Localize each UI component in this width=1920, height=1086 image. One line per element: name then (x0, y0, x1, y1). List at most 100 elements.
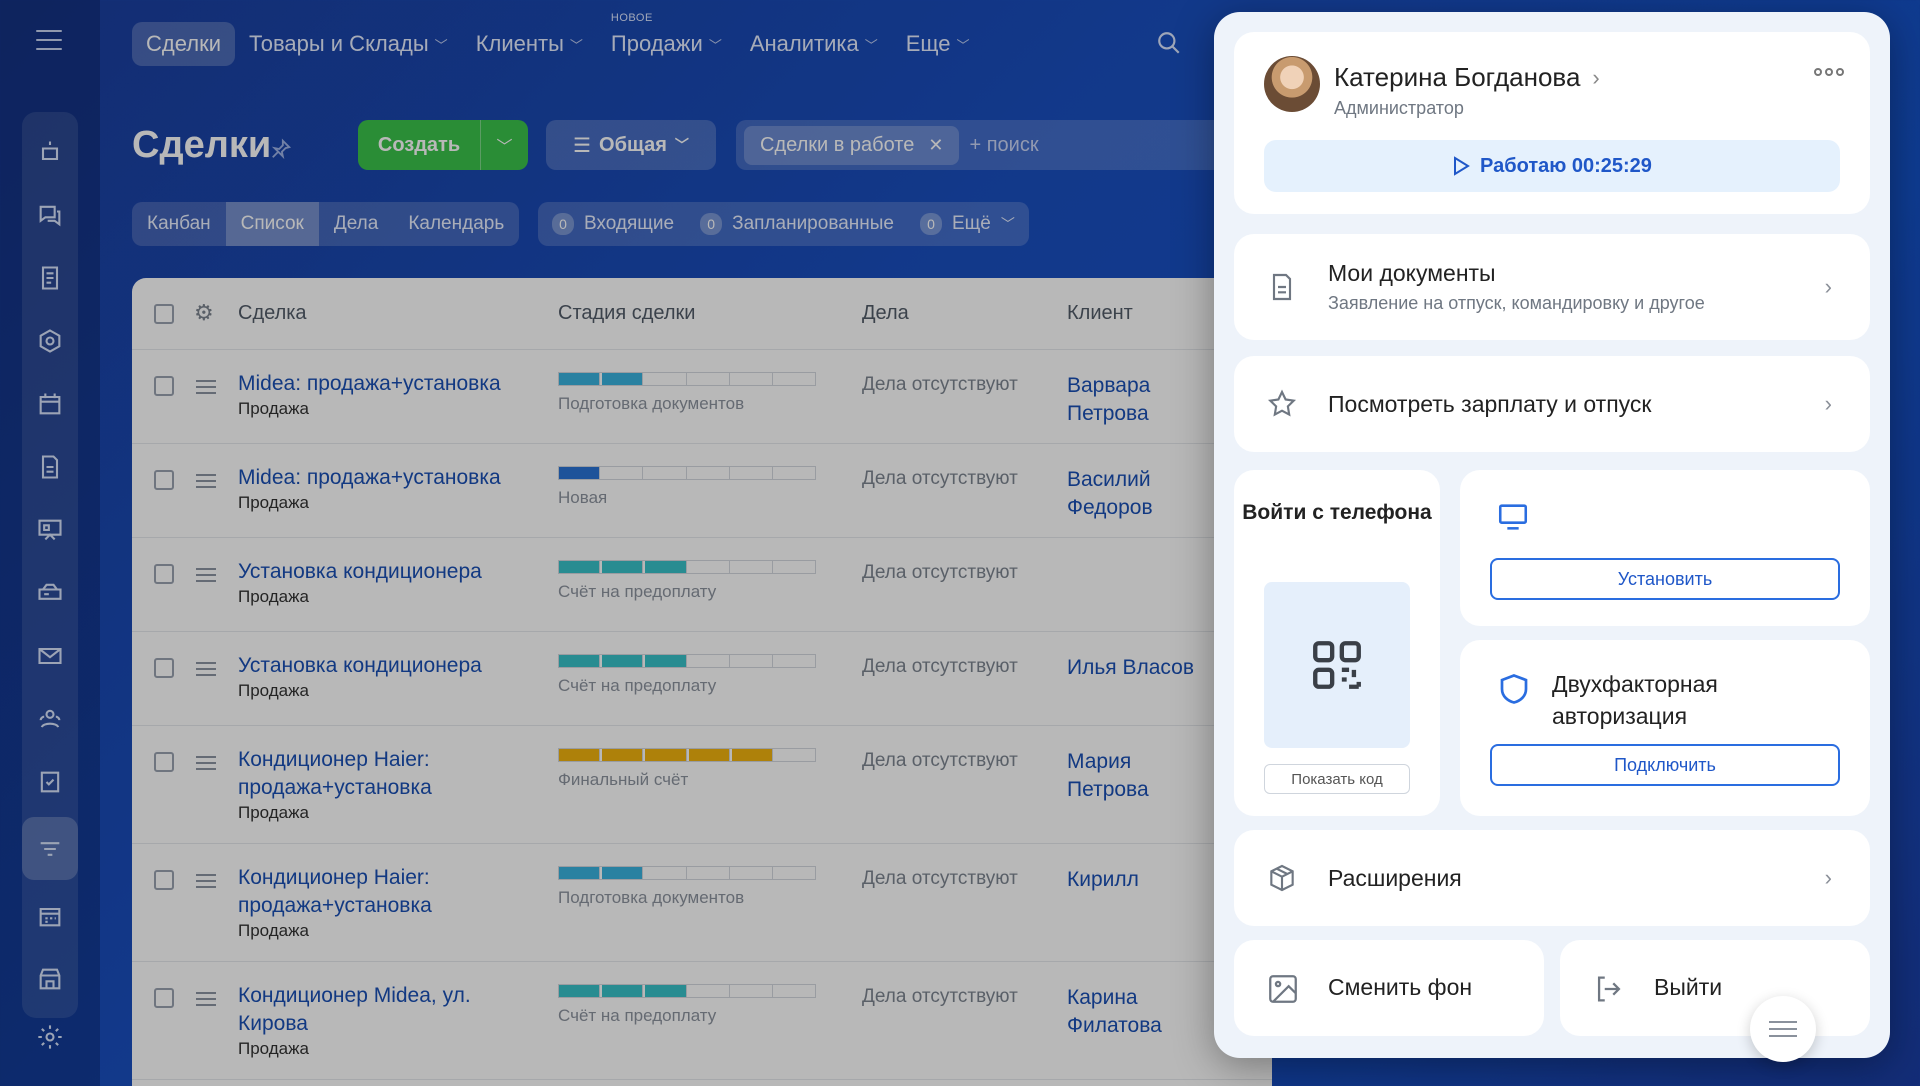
mail-icon[interactable] (22, 624, 78, 687)
nav-deals[interactable]: Сделки (132, 22, 235, 66)
deal-title-link[interactable]: Установка кондиционера Продажа (238, 558, 538, 608)
connect-button[interactable]: Подключить (1490, 744, 1840, 786)
close-icon[interactable]: ✕ (928, 135, 943, 156)
column-activities[interactable]: Дела (862, 302, 909, 325)
drive-icon[interactable] (22, 561, 78, 624)
column-client[interactable]: Клиент (1067, 302, 1133, 325)
stage-progress[interactable]: Счёт на предоплату (558, 560, 816, 602)
gear-icon[interactable]: ⚙ (194, 300, 214, 326)
stage-progress[interactable]: Счёт на предоплату (558, 984, 816, 1026)
change-background-button[interactable]: Сменить фон (1234, 940, 1544, 1036)
deal-title-link[interactable]: Установка кондиционера Продажа (238, 652, 538, 702)
client-link[interactable]: Илья Власов (1067, 654, 1217, 682)
store-icon[interactable] (22, 947, 78, 1010)
row-checkbox[interactable] (154, 564, 174, 584)
client-link[interactable]: Карина Филатова (1067, 984, 1217, 1040)
table-row[interactable]: Кондиционер Midea, ул. Кирова Продажа Сч… (132, 962, 1272, 1080)
row-checkbox[interactable] (154, 988, 174, 1008)
drag-handle-icon[interactable] (196, 874, 216, 888)
my-documents-card[interactable]: Мои документы Заявление на отпуск, коман… (1234, 234, 1870, 340)
hexagon-icon[interactable] (22, 309, 78, 372)
column-deal[interactable]: Сделка (238, 302, 307, 325)
select-all-checkbox[interactable] (154, 304, 174, 324)
row-checkbox[interactable] (154, 870, 174, 890)
settings-icon[interactable] (22, 1006, 78, 1068)
client-link[interactable]: Варвара Петрова (1067, 372, 1217, 428)
search-input[interactable] (969, 133, 1235, 157)
table-row[interactable]: Midea: продажа+установка Продажа Новая Д… (132, 444, 1272, 538)
nav-analytics[interactable]: Аналитика ﹀ (736, 22, 892, 66)
deal-title-link[interactable]: Кондиционер Haier: продажа+установка Про… (238, 864, 538, 942)
stage-bar[interactable] (558, 466, 816, 480)
file-icon[interactable] (22, 435, 78, 498)
list-icon[interactable] (1750, 996, 1816, 1062)
work-timer-button[interactable]: Работаю 00:25:29 (1264, 140, 1840, 192)
row-checkbox[interactable] (154, 376, 174, 396)
board-icon[interactable] (22, 498, 78, 561)
stage-progress[interactable]: Новая (558, 466, 816, 508)
create-button[interactable]: Создать ﹀ (358, 120, 528, 170)
deal-title-link[interactable]: Midea: продажа+установка Продажа (238, 370, 538, 420)
nav-products[interactable]: Товары и Склады ﹀ (235, 22, 462, 66)
nav-clients[interactable]: Клиенты ﹀ (462, 22, 597, 66)
menu-icon[interactable] (36, 30, 62, 50)
show-code-button[interactable]: Показать код (1264, 764, 1410, 794)
chevron-down-icon[interactable]: ﹀ (480, 120, 528, 170)
schedule-icon[interactable] (22, 884, 78, 947)
table-row[interactable]: Установка кондиционера Продажа Счёт на п… (132, 632, 1272, 726)
drag-handle-icon[interactable] (196, 992, 216, 1006)
client-link[interactable]: Мария Петрова (1067, 748, 1217, 804)
user-name[interactable]: Катерина Богданова › (1334, 62, 1600, 93)
nav-sales[interactable]: НОВОЕ Продажи ﹀ (597, 12, 736, 66)
stage-bar[interactable] (558, 748, 816, 762)
table-row[interactable]: Кондиционер Haier: продажа+установка Про… (132, 726, 1272, 844)
drag-handle-icon[interactable] (196, 474, 216, 488)
document-icon[interactable] (22, 246, 78, 309)
tab-kanban[interactable]: Канбан (132, 202, 226, 246)
stage-progress[interactable]: Подготовка документов (558, 866, 816, 908)
tasks-icon[interactable] (22, 750, 78, 813)
tab-calendar[interactable]: Календарь (393, 202, 519, 246)
search-bar[interactable]: Сделки в работе ✕ (736, 120, 1236, 170)
more-icon[interactable] (1814, 68, 1844, 76)
install-button[interactable]: Установить (1490, 558, 1840, 600)
stage-bar[interactable] (558, 984, 816, 998)
chat-icon[interactable] (22, 183, 78, 246)
pin-icon[interactable] (270, 138, 292, 160)
counter-planned[interactable]: 0 Запланированные (700, 213, 894, 235)
deal-title-link[interactable]: Midea: продажа+установка Продажа (238, 464, 538, 514)
stage-progress[interactable]: Счёт на предоплату (558, 654, 816, 696)
avatar[interactable] (1264, 56, 1320, 112)
table-row[interactable]: Установка кондиционера Продажа Счёт на п… (132, 538, 1272, 632)
robot-icon[interactable] (22, 120, 78, 183)
table-row[interactable]: Кондиционер Haier: продажа+установка Про… (132, 844, 1272, 962)
drag-handle-icon[interactable] (196, 568, 216, 582)
table-row[interactable]: Midea: продажа+установка Продажа Подгото… (132, 350, 1272, 444)
nav-more[interactable]: Еще ﹀ (892, 22, 984, 66)
search-icon[interactable] (1156, 30, 1182, 56)
logout-button[interactable]: Выйти (1560, 940, 1870, 1036)
stage-progress[interactable]: Подготовка документов (558, 372, 816, 414)
stage-bar[interactable] (558, 866, 816, 880)
counter-incoming[interactable]: 0 Входящие (552, 213, 674, 235)
calendar-icon[interactable] (22, 372, 78, 435)
crm-funnel-icon[interactable] (22, 817, 78, 880)
stage-bar[interactable] (558, 654, 816, 668)
column-stage[interactable]: Стадия сделки (558, 302, 695, 325)
filter-preset-button[interactable]: ☰ Общая ﹀ (546, 120, 716, 170)
row-checkbox[interactable] (154, 752, 174, 772)
tab-list[interactable]: Список (225, 202, 319, 246)
counter-more[interactable]: 0 Ещё ﹀ (919, 213, 1015, 235)
client-link[interactable]: Василий Федоров (1067, 466, 1217, 522)
filter-chip[interactable]: Сделки в работе ✕ (744, 125, 960, 165)
client-link[interactable]: Кирилл (1067, 866, 1217, 894)
salary-card[interactable]: Посмотреть зарплату и отпуск › (1234, 356, 1870, 452)
deal-title-link[interactable]: Кондиционер Midea, ул. Кирова Продажа (238, 982, 538, 1060)
stage-bar[interactable] (558, 372, 816, 386)
stage-bar[interactable] (558, 560, 816, 574)
row-checkbox[interactable] (154, 658, 174, 678)
contacts-icon[interactable] (22, 687, 78, 750)
extensions-card[interactable]: Расширения › (1234, 830, 1870, 926)
drag-handle-icon[interactable] (196, 662, 216, 676)
drag-handle-icon[interactable] (196, 380, 216, 394)
